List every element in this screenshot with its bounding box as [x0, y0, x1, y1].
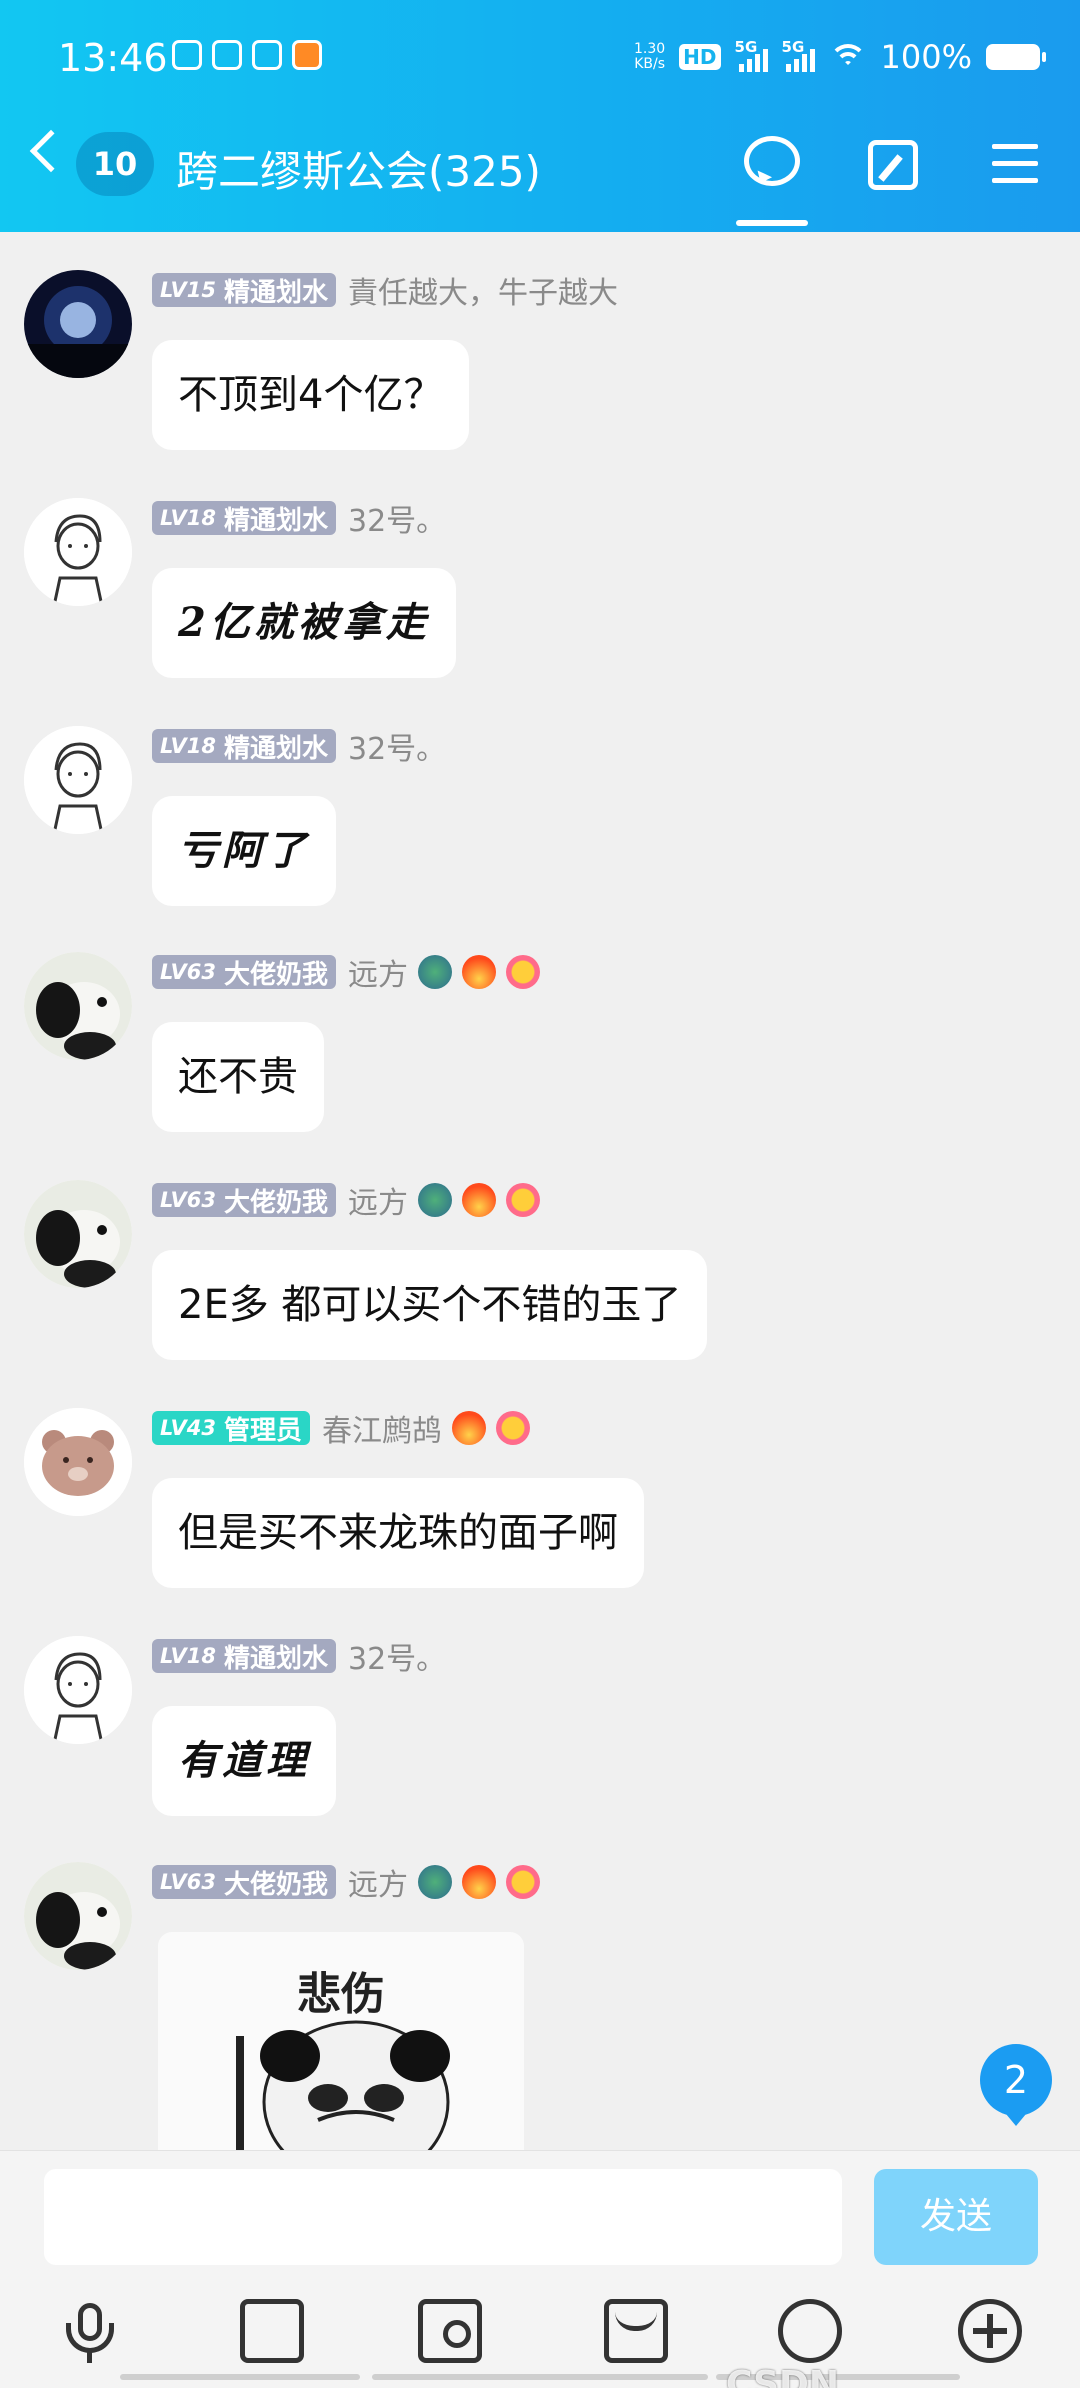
- gesture-bar: [372, 2374, 708, 2380]
- smile-badge-icon: [495, 1411, 530, 1445]
- smile-badge-icon: [505, 1183, 540, 1217]
- menu-icon[interactable]: [992, 144, 1038, 184]
- sender-nickname[interactable]: 32号。: [348, 496, 446, 540]
- avatar[interactable]: [24, 1636, 132, 1744]
- message-bubble[interactable]: 不顶到4个亿？: [152, 340, 470, 450]
- gift-icon: [212, 40, 242, 70]
- app-notification-icon: [172, 40, 202, 70]
- smile-badge-icon: [505, 1865, 540, 1899]
- avatar[interactable]: [24, 726, 132, 834]
- camera-icon[interactable]: [418, 2299, 482, 2363]
- dragon-icon: [417, 1183, 452, 1217]
- sender-nickname[interactable]: 32号。: [348, 724, 446, 768]
- sender-info: LV63 大佬奶我 远方: [152, 954, 540, 993]
- app-notification-icon: [252, 40, 282, 70]
- unread-count-badge[interactable]: 10: [76, 132, 154, 196]
- level-badge: LV15 精通划水: [152, 273, 336, 308]
- message-bubble[interactable]: 2亿就被拿走: [152, 568, 456, 678]
- message-bubble[interactable]: 有道理: [152, 1706, 336, 1816]
- sender-info: LV18 精通划水 32号。: [152, 1638, 446, 1677]
- level-badge: LV63 大佬奶我: [152, 1865, 336, 1900]
- group-title: 跨二缪斯公会(325): [176, 147, 541, 196]
- sender-info: LV63 大佬奶我 远方: [152, 1182, 540, 1221]
- image-icon[interactable]: [240, 2299, 304, 2363]
- sender-nickname[interactable]: 責任越大，牛子越大: [348, 268, 618, 312]
- signal-icon: 5G: [782, 38, 815, 72]
- sender-nickname[interactable]: 32号。: [348, 1634, 446, 1678]
- chevron-left-icon[interactable]: [29, 129, 73, 173]
- edit-icon[interactable]: [868, 140, 918, 190]
- avatar[interactable]: [24, 1408, 132, 1516]
- chat-bubble-icon[interactable]: [744, 136, 800, 186]
- notification-icons: [172, 40, 322, 70]
- status-bar: 13:46 1.30 KB/s HD 5G 5G 100%: [0, 0, 1080, 120]
- send-button[interactable]: 发送: [874, 2169, 1038, 2265]
- signal-icon: 5G: [735, 38, 768, 72]
- new-message-count[interactable]: 2: [980, 2044, 1052, 2126]
- fire-icon: [461, 955, 496, 989]
- battery-percent: 100%: [880, 38, 972, 76]
- sender-info: LV18 精通划水 32号。: [152, 500, 446, 539]
- sender-info: LV43 管理员 春江鹧鸪: [152, 1410, 530, 1449]
- avatar[interactable]: [24, 1862, 132, 1970]
- watermark: CSDN @opomkiop: [726, 2364, 840, 2388]
- gesture-bar: [120, 2374, 360, 2380]
- fire-icon: [451, 1411, 486, 1445]
- active-tab-indicator: [736, 220, 808, 226]
- admin-badge: LV43 管理员: [152, 1411, 310, 1446]
- level-badge: LV18 精通划水: [152, 501, 336, 536]
- battery-icon: [986, 44, 1046, 70]
- sender-info: LV15 精通划水 責任越大，牛子越大: [152, 272, 618, 311]
- message-list[interactable]: LV15 精通划水 責任越大，牛子越大 不顶到4个亿？ LV18 精通划水 32号。…: [0, 232, 1080, 2150]
- sender-nickname[interactable]: 远方: [348, 1178, 408, 1222]
- sender-nickname[interactable]: 远方: [348, 950, 408, 994]
- fire-icon: [461, 1865, 496, 1899]
- app-notification-icon: [292, 40, 322, 70]
- message-bubble[interactable]: 但是买不来龙珠的面子啊: [152, 1478, 644, 1588]
- status-indicators: 1.30 KB/s HD 5G 5G 100%: [634, 38, 1046, 76]
- dragon-icon: [417, 955, 452, 989]
- level-badge: LV63 大佬奶我: [152, 1183, 336, 1218]
- level-badge: LV63 大佬奶我: [152, 955, 336, 990]
- network-speed: 1.30 KB/s: [634, 41, 666, 72]
- avatar[interactable]: [24, 1180, 132, 1288]
- message-bubble[interactable]: 亏阿了: [152, 796, 336, 906]
- input-bar: 发送: [0, 2150, 1080, 2388]
- sticker-image[interactable]: 悲伤: [158, 1932, 524, 2150]
- sender-info: LV18 精通划水 32号。: [152, 728, 446, 767]
- smile-badge-icon: [505, 955, 540, 989]
- message-input[interactable]: [44, 2169, 842, 2265]
- fire-icon: [461, 1183, 496, 1217]
- message-bubble[interactable]: 2E多 都可以买个不错的玉了: [152, 1250, 708, 1360]
- sender-info: LV63 大佬奶我 远方: [152, 1864, 540, 1903]
- sender-nickname[interactable]: 春江鹧鸪: [322, 1406, 442, 1450]
- red-packet-icon[interactable]: [604, 2299, 668, 2363]
- chat-header: 13:46 1.30 KB/s HD 5G 5G 100% 10 跨二缪斯公会(…: [0, 0, 1080, 232]
- avatar[interactable]: [24, 952, 132, 1060]
- message-bubble[interactable]: 还不贵: [152, 1022, 324, 1132]
- avatar[interactable]: [24, 270, 132, 378]
- wifi-icon: [828, 42, 867, 72]
- level-badge: LV18 精通划水: [152, 729, 336, 764]
- hd-voice-icon: HD: [679, 44, 721, 70]
- avatar[interactable]: [24, 498, 132, 606]
- dragon-icon: [417, 1865, 452, 1899]
- plus-icon[interactable]: [958, 2299, 1022, 2363]
- sender-nickname[interactable]: 远方: [348, 1860, 408, 1904]
- emoji-icon[interactable]: [778, 2299, 842, 2363]
- level-badge: LV18 精通划水: [152, 1639, 336, 1674]
- microphone-icon[interactable]: [58, 2299, 122, 2363]
- status-time: 13:46: [58, 36, 168, 80]
